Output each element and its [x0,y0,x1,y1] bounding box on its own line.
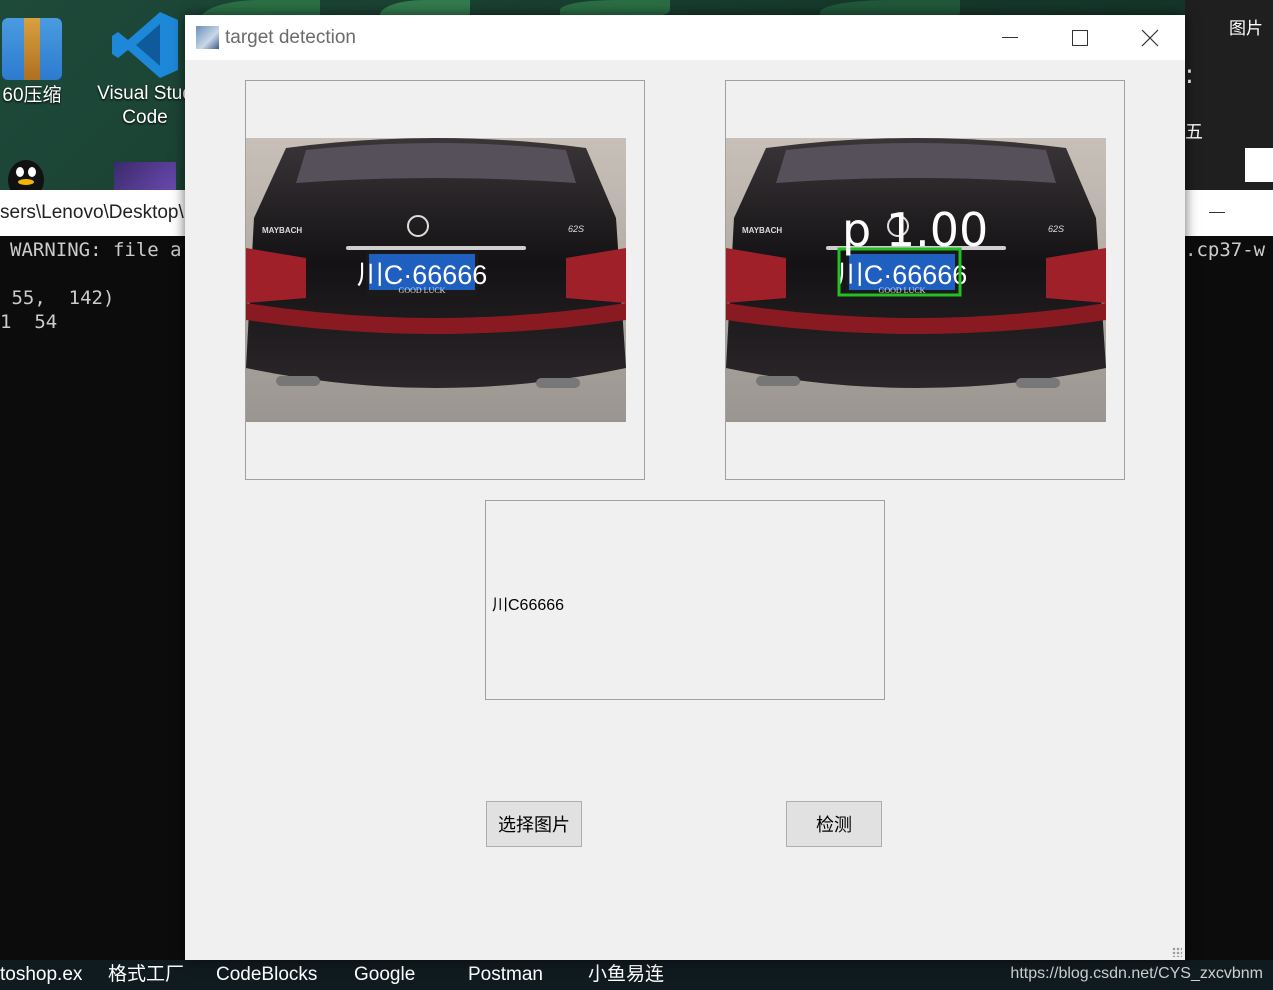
window-titlebar[interactable]: target detection [185,15,1185,60]
close-button[interactable] [1115,15,1185,60]
taskbar-item[interactable]: toshop.ex [0,962,82,988]
result-textbox[interactable]: 川C66666 [485,500,885,700]
brand-text: MAYBACH [262,226,302,235]
select-image-button[interactable]: 选择图片 [486,801,582,847]
taskbar: toshop.ex 格式工厂 CodeBlocks Google Postman… [0,960,1273,990]
plate-subtext: GOOD LUCK [399,286,446,295]
detect-button[interactable]: 检测 [786,801,882,847]
taskbar-item[interactable]: CodeBlocks [216,962,317,988]
desktop-icon-vscode[interactable]: Visual Stud Code [95,10,195,130]
taskbar-item[interactable]: 小鱼易连 [588,962,664,988]
desktop-icon-360zip[interactable]: 60压缩 [0,18,82,108]
app-window: target detection 川C·66666 GOOD LUCK MAYB… [185,15,1185,960]
badge-text: 62S [1048,224,1064,234]
taskbar-item[interactable]: Google [354,962,415,988]
qq-icon[interactable] [4,158,48,200]
terminal-line: WARNING: file a [10,239,182,261]
maximize-button[interactable] [1045,15,1115,60]
right-panel-char: 五 [1185,122,1203,143]
terminal-line: .cp37-w [1185,239,1266,261]
taskbar-item[interactable]: 格式工厂 [108,962,184,988]
close-icon [1141,29,1159,46]
desktop-icon-label-1: Visual Stud [97,83,193,104]
terminal-window[interactable]: sers\Lenovo\Desktop\ WARNING: file a 55,… [0,190,190,960]
terminal-line: 55, 142) [0,287,115,309]
window-title: target detection [225,27,356,48]
desktop-icon-label-2: Code [122,107,168,128]
terminal-path: sers\Lenovo\Desktop\ [0,190,190,236]
input-car-image: 川C·66666 GOOD LUCK MAYBACH 62S [246,138,626,422]
app-icon [196,26,219,49]
detection-label: p 1.00 [842,203,988,257]
thumbnail [1245,148,1273,182]
output-image-frame: 川C·66666 GOOD LUCK MAYBACH 62S p 1.00 [725,80,1125,480]
app-shortcut-icon[interactable] [114,162,176,190]
zip-icon [2,18,62,80]
maximize-icon [1072,29,1088,46]
right-edge-panel: 图片 : 五 [1185,0,1273,190]
minimize-icon [1002,37,1018,38]
minimize-icon[interactable] [1209,212,1225,213]
right-panel-label: 图片 [1229,19,1263,39]
taskbar-item[interactable]: Postman [468,962,543,988]
vscode-icon [110,10,180,80]
result-text: 川C66666 [492,597,565,614]
brand-text: MAYBACH [742,226,782,235]
resize-grip[interactable] [1172,947,1182,957]
watermark: https://blog.csdn.net/CYS_zxcvbnm [1010,965,1263,982]
desktop-icon-label: 60压缩 [2,85,62,106]
terminal-window-right[interactable]: .cp37-w [1185,190,1273,960]
output-car-image: 川C·66666 GOOD LUCK MAYBACH 62S p 1.00 [726,138,1106,422]
minimize-button[interactable] [975,15,1045,60]
terminal-line: 1 54 [0,311,58,333]
input-image-frame: 川C·66666 GOOD LUCK MAYBACH 62S [245,80,645,480]
badge-text: 62S [568,224,584,234]
right-panel-char: : [1185,60,1194,90]
